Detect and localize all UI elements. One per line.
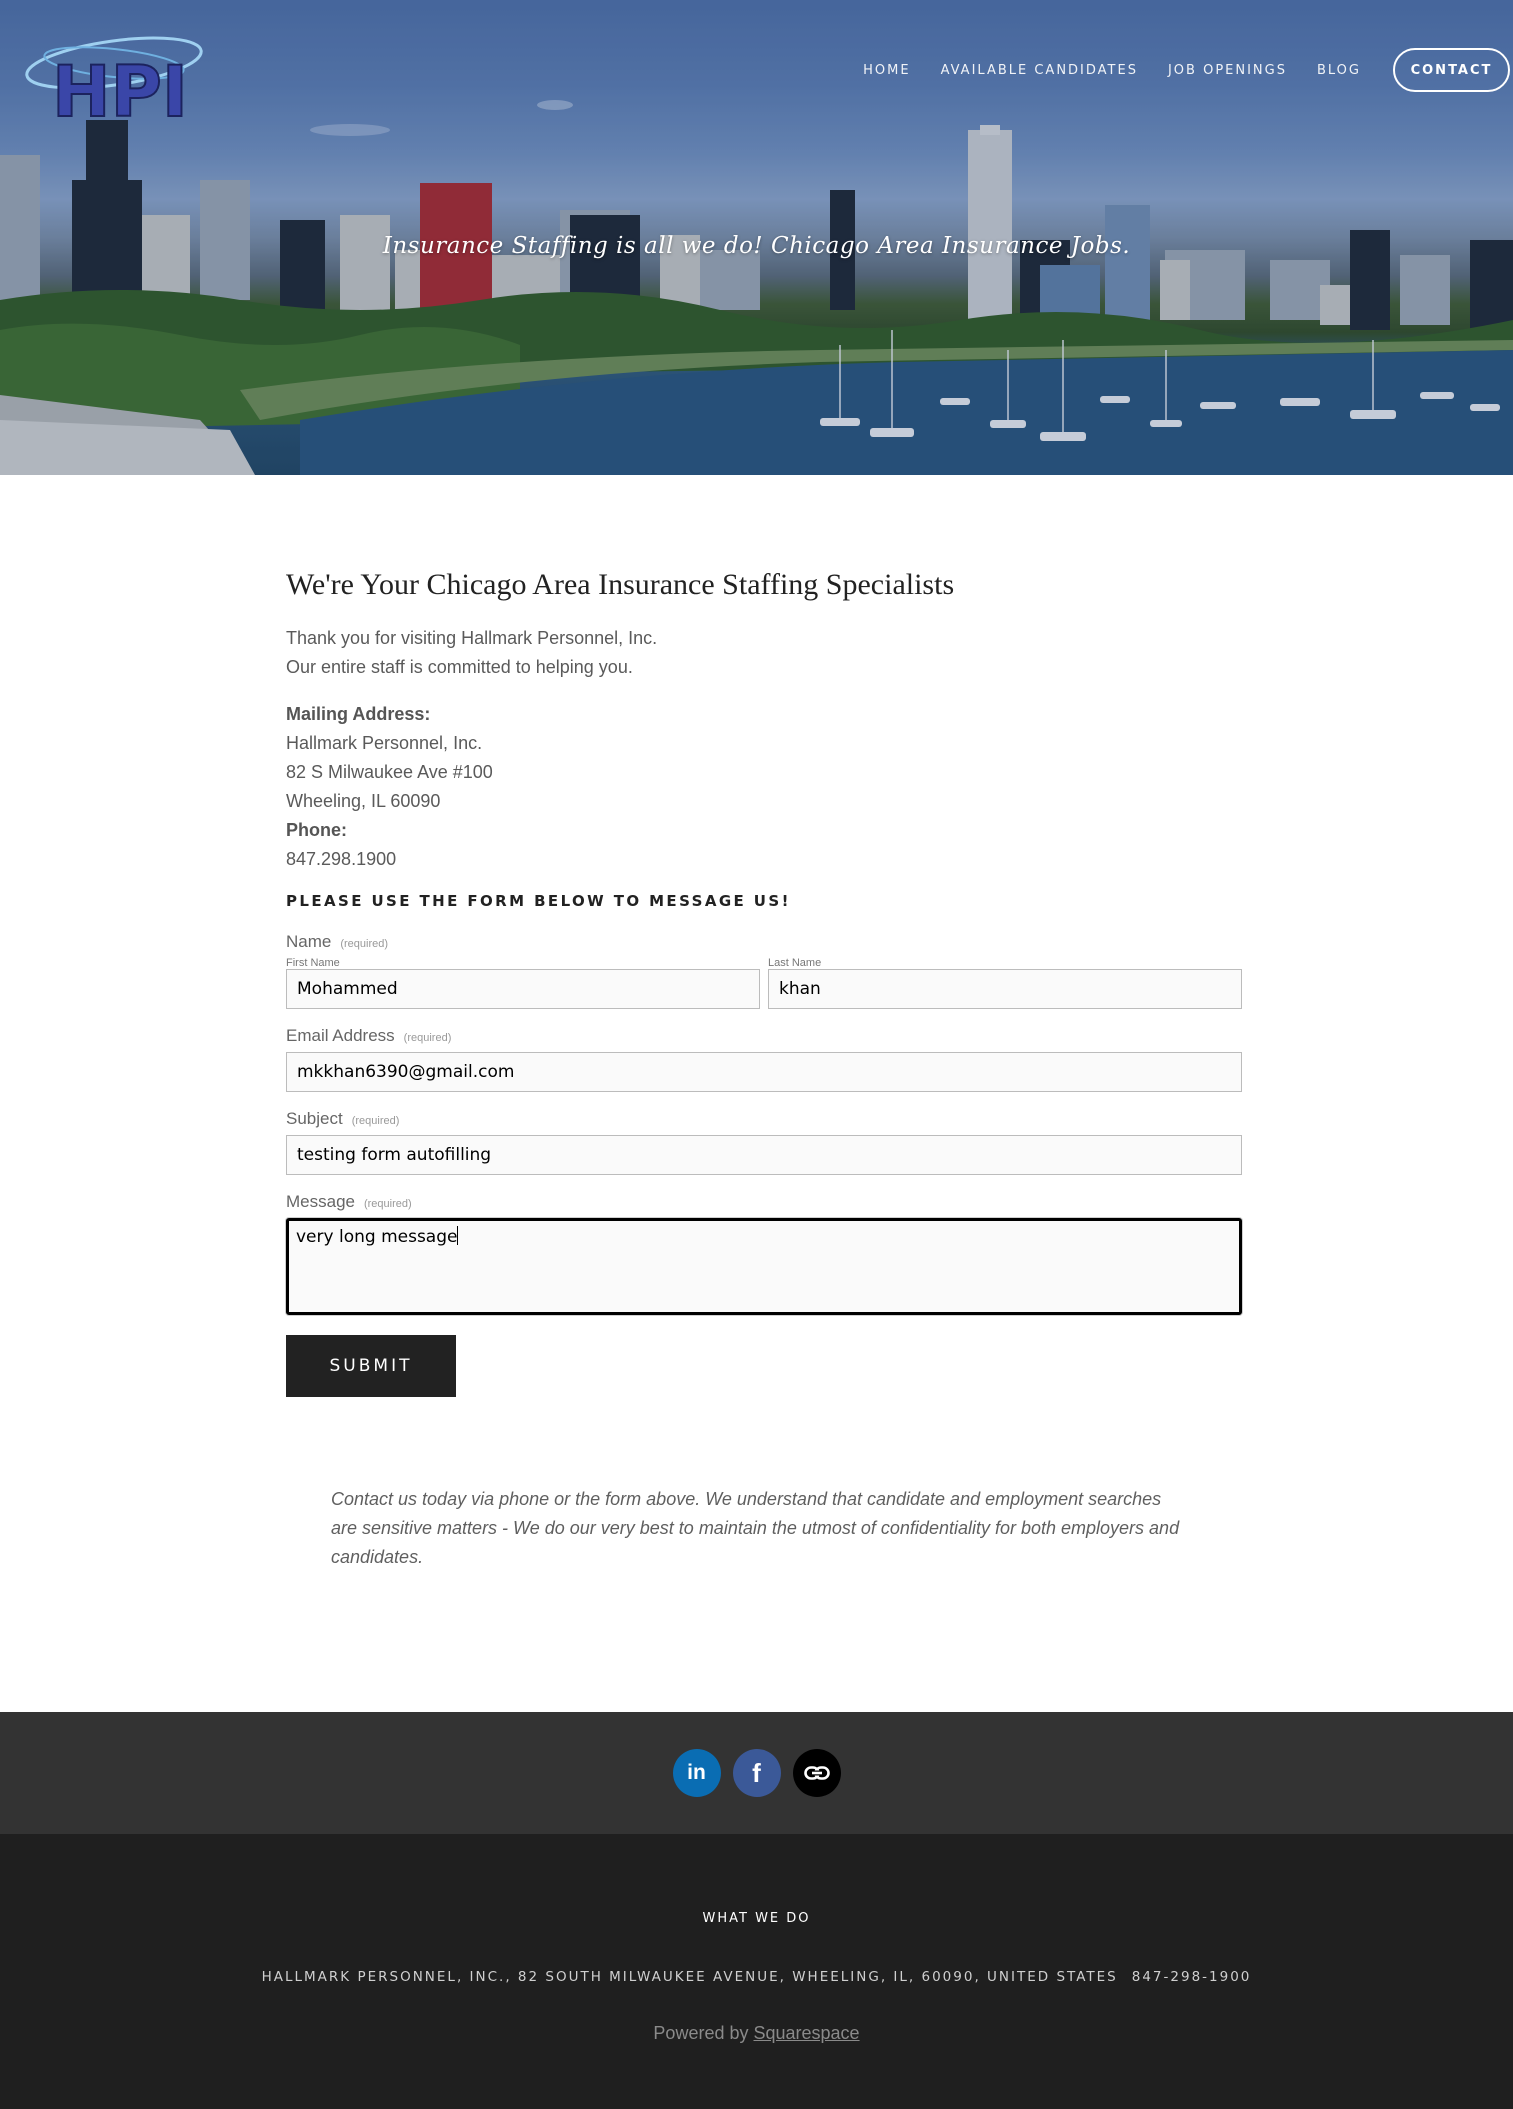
nav-home[interactable]: HOME xyxy=(863,63,910,78)
form-title: PLEASE USE THE FORM BELOW TO MESSAGE US! xyxy=(286,892,791,910)
message-text: very long message xyxy=(296,1227,458,1247)
linkedin-icon[interactable]: in xyxy=(672,1749,721,1797)
subject-input[interactable]: testing form autofilling xyxy=(286,1135,1242,1175)
contact-form: Name (required) First Name Mohammed Last… xyxy=(286,932,1242,1397)
squarespace-link[interactable]: Squarespace xyxy=(753,2023,859,2043)
message-field-group: Message (required) very long message xyxy=(286,1192,1242,1315)
footer-phone[interactable]: 847-298-1900 xyxy=(1132,1969,1252,1985)
main-content: We're Your Chicago Area Insurance Staffi… xyxy=(286,568,1242,1397)
required-indicator: (required) xyxy=(363,1198,412,1210)
name-label: Name (required) xyxy=(286,932,1242,952)
address-line-2: 82 S Milwaukee Ave #100 xyxy=(286,762,493,782)
text-cursor xyxy=(457,1226,459,1245)
site-footer: WHAT WE DO HALLMARK PERSONNEL, INC., 82 … xyxy=(0,1834,1513,2109)
last-name-input[interactable]: khan xyxy=(768,969,1242,1009)
name-row: First Name Mohammed Last Name khan xyxy=(286,952,1242,1009)
required-indicator: (required) xyxy=(340,938,389,950)
social-links-bar: in f xyxy=(0,1712,1513,1834)
email-field-group: Email Address (required) mkkhan6390@gmai… xyxy=(286,1026,1242,1092)
footer-address-text: HALLMARK PERSONNEL, INC., 82 SOUTH MILWA… xyxy=(261,1969,1118,1985)
powered-by-prefix: Powered by xyxy=(653,2023,754,2043)
subject-label: Subject (required) xyxy=(286,1109,1242,1129)
message-label: Message (required) xyxy=(286,1192,1242,1212)
nav-blog[interactable]: BLOG xyxy=(1317,63,1361,78)
last-name-column: Last Name khan xyxy=(768,952,1242,1009)
first-name-input[interactable]: Mohammed xyxy=(286,969,760,1009)
phone-label: Phone: xyxy=(286,820,347,840)
first-name-label: First Name xyxy=(286,957,340,969)
powered-by: Powered by Squarespace xyxy=(0,2023,1513,2044)
submit-button[interactable]: SUBMIT xyxy=(286,1335,456,1397)
address-line-1: Hallmark Personnel, Inc. xyxy=(286,733,483,753)
main-navigation: HOME AVAILABLE CANDIDATES JOB OPENINGS B… xyxy=(863,46,1513,94)
email-label: Email Address (required) xyxy=(286,1026,1242,1046)
mailing-address-label: Mailing Address: xyxy=(286,704,431,724)
message-textarea[interactable]: very long message xyxy=(286,1218,1242,1315)
contact-info: Mailing Address: Hallmark Personnel, Inc… xyxy=(286,700,1242,874)
message-label-text: Message xyxy=(286,1192,355,1211)
footer-what-we-do-link[interactable]: WHAT WE DO xyxy=(0,1911,1513,1926)
link-icon[interactable] xyxy=(792,1749,841,1797)
first-name-column: First Name Mohammed xyxy=(286,952,760,1009)
subject-field-group: Subject (required) testing form autofill… xyxy=(286,1109,1242,1175)
intro-text: Thank you for visiting Hallmark Personne… xyxy=(286,624,1242,682)
subject-label-text: Subject xyxy=(286,1109,343,1128)
facebook-icon[interactable]: f xyxy=(732,1749,781,1797)
required-indicator: (required) xyxy=(351,1115,400,1127)
intro-line-1: Thank you for visiting Hallmark Personne… xyxy=(286,628,658,648)
name-label-text: Name xyxy=(286,932,332,951)
hero-tagline: Insurance Staffing is all we do! Chicago… xyxy=(382,233,1131,259)
logo-text: HPI xyxy=(52,51,188,130)
nav-available-candidates[interactable]: AVAILABLE CANDIDATES xyxy=(941,63,1138,78)
name-field-group: Name (required) First Name Mohammed Last… xyxy=(286,932,1242,1009)
confidentiality-note: Contact us today via phone or the form a… xyxy=(331,1489,1180,1567)
hero-banner: HPI HOME AVAILABLE CANDIDATES JOB OPENIN… xyxy=(0,0,1513,475)
required-indicator: (required) xyxy=(403,1032,452,1044)
email-label-text: Email Address xyxy=(286,1026,395,1045)
page-heading: We're Your Chicago Area Insurance Staffi… xyxy=(286,568,955,601)
intro-line-2: Our entire staff is committed to helping… xyxy=(286,657,633,677)
nav-job-openings[interactable]: JOB OPENINGS xyxy=(1168,63,1287,78)
address-line-3: Wheeling, IL 60090 xyxy=(286,791,441,811)
contact-button[interactable]: CONTACT xyxy=(1393,48,1510,92)
footer-address: HALLMARK PERSONNEL, INC., 82 SOUTH MILWA… xyxy=(0,1969,1513,1985)
email-input[interactable]: mkkhan6390@gmail.com xyxy=(286,1052,1242,1092)
hpi-logo[interactable]: HPI xyxy=(22,18,207,130)
last-name-label: Last Name xyxy=(768,957,822,969)
phone-number: 847.298.1900 xyxy=(286,849,397,869)
